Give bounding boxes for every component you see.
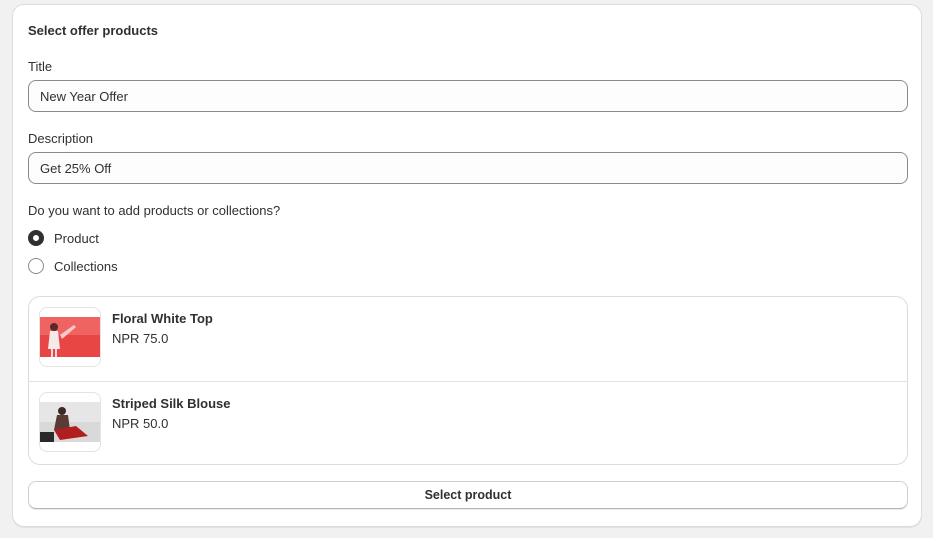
- select-product-button[interactable]: Select product: [28, 481, 908, 509]
- product-thumbnail: [39, 307, 101, 367]
- title-label: Title: [28, 59, 53, 74]
- products-or-collections-question: Do you want to add products or collectio…: [28, 203, 281, 218]
- product-name: Floral White Top: [112, 311, 213, 326]
- card-title: Select offer products: [28, 23, 159, 38]
- radio-option-collections[interactable]: Collections: [28, 256, 118, 276]
- product-thumbnail: [39, 392, 101, 452]
- offer-products-card: Select offer products Title Description …: [12, 4, 922, 527]
- radio-option-product[interactable]: Product: [28, 228, 99, 248]
- list-item[interactable]: Floral White Top NPR 75.0: [29, 297, 907, 381]
- radio-label-product: Product: [54, 230, 99, 246]
- selected-products-list: Floral White Top NPR 75.0 Striped Silk B…: [28, 296, 908, 465]
- description-label: Description: [28, 131, 94, 146]
- radio-unchecked-icon[interactable]: [28, 258, 44, 274]
- radio-label-collections: Collections: [54, 258, 118, 274]
- description-input[interactable]: [28, 152, 908, 184]
- product-price: NPR 75.0: [112, 331, 169, 346]
- product-price: NPR 50.0: [112, 416, 169, 431]
- list-item[interactable]: Striped Silk Blouse NPR 50.0: [29, 381, 907, 464]
- product-photo-dark-icon: [40, 402, 100, 442]
- radio-checked-icon[interactable]: [28, 230, 44, 246]
- product-name: Striped Silk Blouse: [112, 396, 231, 411]
- title-input[interactable]: [28, 80, 908, 112]
- product-photo-red-icon: [40, 317, 100, 357]
